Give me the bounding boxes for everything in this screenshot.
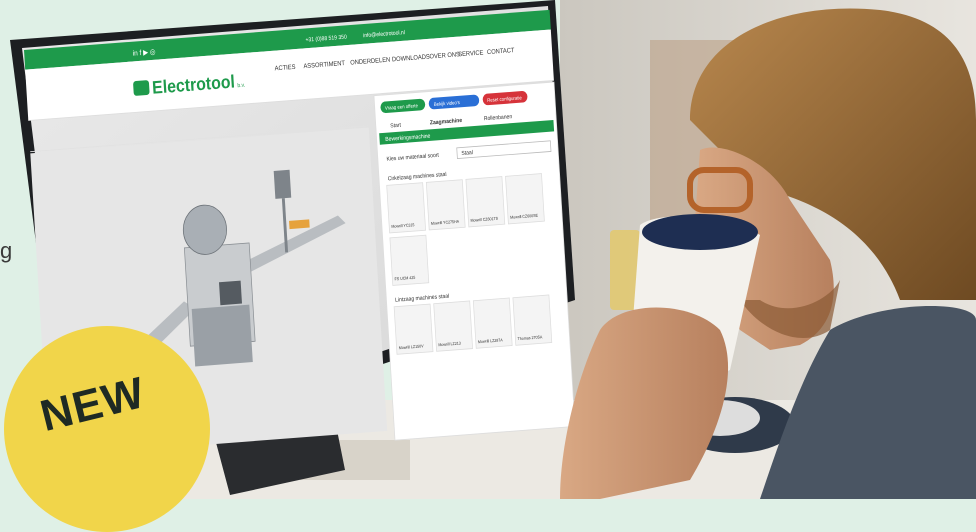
step-start[interactable]: Start	[390, 122, 401, 129]
saw-machine-base	[191, 304, 253, 367]
control-box	[273, 169, 292, 199]
site-logo-suffix: b.v.	[237, 82, 246, 89]
coffee-mug-rim	[642, 214, 758, 250]
machine-accent	[289, 219, 310, 230]
site-logo-icon	[133, 80, 150, 96]
saw-machine-panel	[218, 280, 242, 306]
cropped-text-fragment: g	[0, 238, 13, 263]
new-badge	[4, 326, 210, 532]
material-select-value: Staal	[461, 150, 473, 157]
nav-item-acties[interactable]: ACTIES	[274, 63, 295, 72]
